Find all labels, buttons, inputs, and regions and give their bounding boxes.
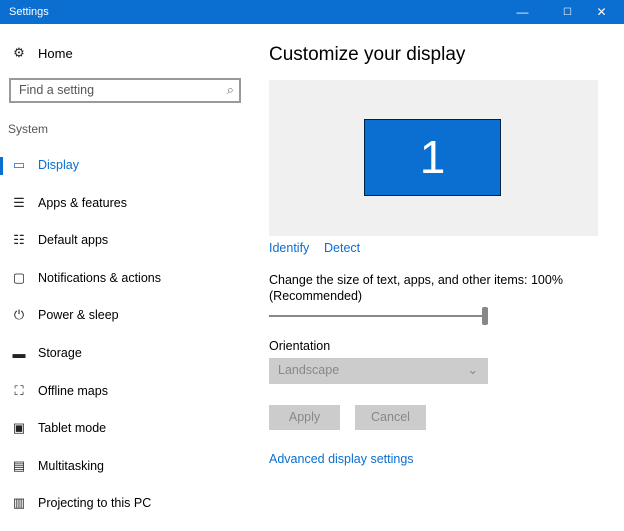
search-placeholder: Find a setting: [19, 83, 95, 97]
sidebar-item-notifications-actions[interactable]: ▢ Notifications & actions: [0, 263, 255, 293]
sidebar-item-storage[interactable]: ▬ Storage: [0, 338, 255, 368]
sidebar-item-default-apps[interactable]: ☷ Default apps: [0, 225, 255, 255]
detect-link[interactable]: Detect: [324, 241, 360, 255]
search-input[interactable]: Find a setting ⌕: [9, 78, 241, 103]
nav-icon: ☷: [13, 232, 25, 248]
sidebar-item-apps-features[interactable]: ☰ Apps & features: [0, 188, 255, 218]
nav-icon: ▣: [12, 420, 26, 436]
scale-label: Change the size of text, apps, and other…: [269, 273, 563, 287]
sidebar-item-label: Tablet mode: [38, 421, 107, 436]
sidebar-item-label: Offline maps: [38, 383, 108, 398]
close-button[interactable]: ✕: [579, 0, 624, 24]
monitor-1[interactable]: 1: [364, 119, 501, 196]
sidebar-item-display[interactable]: ▭ Display: [0, 150, 255, 180]
sidebar-item-offline-maps[interactable]: ⛶ Offline maps: [0, 376, 255, 406]
scale-slider[interactable]: [269, 307, 488, 325]
sidebar-item-projecting-to-this-pc[interactable]: ▥ Projecting to this PC: [0, 488, 255, 518]
scale-label-recommended: (Recommended): [269, 289, 363, 303]
section-label: System: [8, 122, 49, 136]
window-title: Settings: [9, 6, 49, 18]
chevron-down-icon: ⌄: [467, 363, 478, 377]
sidebar-item-tablet-mode[interactable]: ▣ Tablet mode: [0, 413, 255, 443]
orientation-label: Orientation: [269, 339, 331, 353]
nav-icon: ▥: [12, 495, 26, 511]
nav-icon: ▤: [12, 457, 26, 473]
minimize-button[interactable]: —: [500, 0, 545, 24]
slider-thumb[interactable]: [482, 307, 488, 325]
sidebar-item-label: Display: [38, 158, 79, 172]
page-title: Customize your display: [269, 44, 466, 65]
display-preview: 1: [269, 80, 598, 236]
nav-icon: ▬: [12, 345, 26, 361]
gear-icon: ⚙: [13, 45, 25, 60]
nav-icon: ☰: [13, 194, 25, 210]
search-icon: ⌕: [226, 82, 234, 97]
sidebar: ⚙ Home Find a setting ⌕ System ▭ Display ☰ Ap…: [0, 24, 255, 531]
nav-icon: ⛶: [14, 382, 24, 398]
cancel-button[interactable]: Cancel: [355, 405, 426, 430]
nav-icon: ▭: [12, 157, 26, 172]
identify-link[interactable]: Identify: [269, 241, 309, 255]
sidebar-home[interactable]: ⚙ Home: [10, 44, 73, 62]
sidebar-item-label: Apps & features: [38, 195, 127, 210]
sidebar-item-label: Projecting to this PC: [38, 496, 152, 511]
sidebar-item-label: Power & sleep: [38, 308, 119, 323]
title-bar: Settings — ☐ ✕: [0, 0, 624, 24]
home-label: Home: [38, 45, 73, 61]
sidebar-item-label: Multitasking: [38, 458, 104, 473]
advanced-display-settings-link[interactable]: Advanced display settings: [269, 452, 414, 466]
orientation-dropdown[interactable]: Landscape ⌄: [269, 358, 488, 384]
sidebar-item-multitasking[interactable]: ▤ Multitasking: [0, 451, 255, 481]
nav-icon: ▢: [12, 269, 26, 285]
apply-button[interactable]: Apply: [269, 405, 340, 430]
orientation-value: Landscape: [278, 363, 340, 377]
nav-icon: ⏻: [13, 307, 25, 323]
sidebar-item-label: Storage: [38, 346, 82, 360]
sidebar-item-label: Notifications & actions: [38, 270, 161, 285]
sidebar-item-label: Default apps: [38, 233, 109, 248]
sidebar-item-power-sleep[interactable]: ⏻ Power & sleep: [0, 300, 255, 330]
